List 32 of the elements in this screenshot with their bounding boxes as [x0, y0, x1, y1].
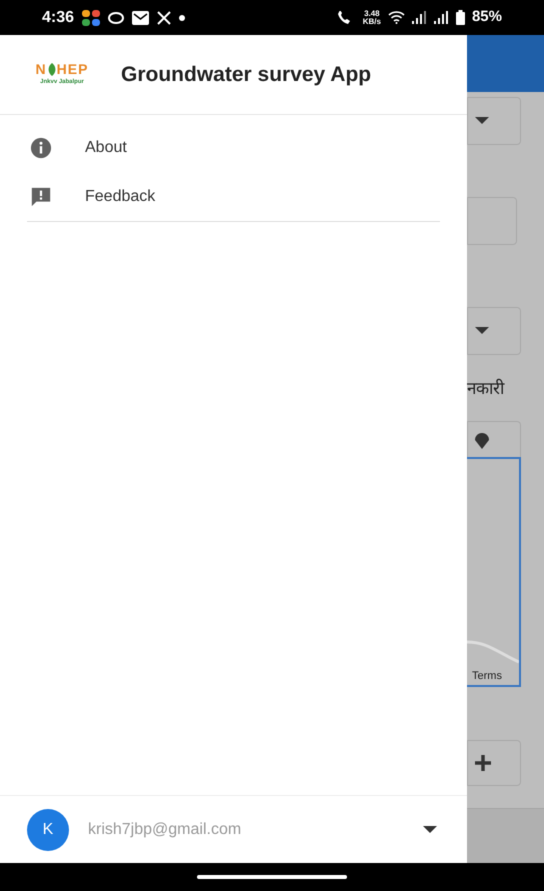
map-terms-link[interactable]: Terms: [467, 668, 519, 685]
location-field[interactable]: [467, 421, 521, 457]
battery-level: 85%: [472, 7, 502, 28]
location-pin-icon: [474, 430, 490, 448]
plus-icon: [474, 754, 492, 772]
caret-icon: [475, 327, 489, 335]
feedback-icon: [30, 186, 52, 208]
battery-icon: [456, 10, 465, 25]
caret-icon: [475, 117, 489, 125]
clock: 4:36: [42, 8, 74, 28]
avatar: K: [27, 808, 69, 850]
dot-icon: [179, 14, 186, 20]
account-email: krish7jbp@gmail.com: [88, 820, 242, 840]
add-button[interactable]: [467, 740, 521, 786]
app-title: Groundwater survey App: [121, 62, 372, 88]
info-icon: [30, 136, 52, 158]
notification-icon: [108, 10, 124, 24]
speed-value: 3.48: [364, 10, 380, 18]
signal-icon: [434, 11, 449, 24]
app-icon: [82, 10, 100, 26]
section-label: नकारी: [467, 379, 506, 399]
wifi-icon: [388, 11, 405, 24]
signal-icon: [412, 11, 427, 24]
input-field[interactable]: [467, 197, 517, 245]
dropdown-field[interactable]: [467, 97, 521, 145]
drawer-item[interactable]: Feedback: [0, 172, 467, 221]
dropdown-field[interactable]: [467, 307, 521, 355]
speed-unit: KB/s: [362, 18, 381, 26]
mail-icon: [132, 10, 150, 24]
caret-icon: [423, 826, 437, 834]
x-icon: [157, 10, 172, 24]
drawer-item[interactable]: About: [0, 123, 467, 172]
